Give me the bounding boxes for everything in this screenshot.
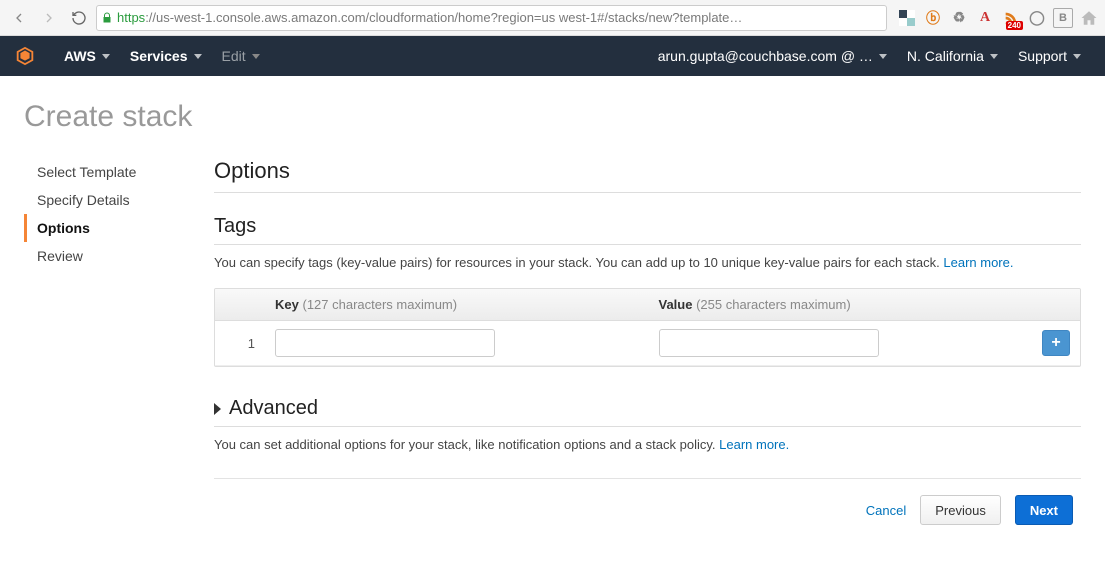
tags-heading: Tags bbox=[214, 215, 1081, 245]
advanced-description: You can set additional options for your … bbox=[214, 437, 1081, 452]
services-menu[interactable]: Services bbox=[120, 48, 212, 64]
tags-description: You can specify tags (key-value pairs) f… bbox=[214, 255, 1081, 270]
previous-button[interactable]: Previous bbox=[920, 495, 1001, 525]
next-button[interactable]: Next bbox=[1015, 495, 1073, 525]
url-bar[interactable]: https://us-west-1.console.aws.amazon.com… bbox=[96, 5, 887, 31]
edit-menu[interactable]: Edit bbox=[212, 48, 270, 64]
extension-icons: ⓑ ♻ A 240 ◯ B bbox=[891, 8, 1099, 28]
page-title: Create stack bbox=[24, 100, 1081, 134]
aws-menu[interactable]: AWS bbox=[54, 48, 120, 64]
delicious-icon[interactable] bbox=[897, 8, 917, 28]
aws-logo-icon[interactable] bbox=[14, 45, 36, 67]
account-menu[interactable]: arun.gupta@couchbase.com @ … bbox=[648, 48, 897, 64]
region-menu[interactable]: N. California bbox=[897, 48, 1008, 64]
letter-b-icon[interactable]: B bbox=[1053, 8, 1073, 28]
recycle-icon[interactable]: ♻ bbox=[949, 8, 969, 28]
tag-value-input[interactable] bbox=[659, 329, 879, 357]
add-tag-button[interactable]: + bbox=[1042, 330, 1070, 356]
tags-key-header: Key (127 characters maximum) bbox=[265, 289, 649, 321]
bitly-icon[interactable]: ⓑ bbox=[923, 8, 943, 28]
reload-button[interactable] bbox=[66, 5, 92, 31]
cancel-button[interactable]: Cancel bbox=[866, 503, 906, 518]
advanced-learn-more-link[interactable]: Learn more. bbox=[719, 437, 789, 452]
rss-icon[interactable]: 240 bbox=[1001, 8, 1021, 28]
expand-icon bbox=[214, 403, 221, 415]
sidebar-item-options[interactable]: Options bbox=[24, 214, 184, 242]
sidebar-item-specify-details[interactable]: Specify Details bbox=[24, 186, 184, 214]
back-button[interactable] bbox=[6, 5, 32, 31]
options-heading: Options bbox=[214, 158, 1081, 193]
letter-a-icon[interactable]: A bbox=[975, 8, 995, 28]
row-index: 1 bbox=[215, 321, 265, 366]
lock-icon bbox=[101, 11, 113, 25]
tags-action-header bbox=[1032, 289, 1080, 321]
tag-key-input[interactable] bbox=[275, 329, 495, 357]
browser-toolbar: https://us-west-1.console.aws.amazon.com… bbox=[0, 0, 1105, 36]
sidebar-item-select-template[interactable]: Select Template bbox=[24, 158, 184, 186]
table-row: 1 + bbox=[215, 321, 1080, 366]
tags-table: Key (127 characters maximum) Value (255 … bbox=[214, 288, 1081, 367]
circle-icon[interactable]: ◯ bbox=[1027, 8, 1047, 28]
tags-value-header: Value (255 characters maximum) bbox=[649, 289, 1033, 321]
wizard-footer: Cancel Previous Next bbox=[214, 478, 1081, 533]
caret-down-icon bbox=[879, 54, 887, 59]
support-menu[interactable]: Support bbox=[1008, 48, 1091, 64]
aws-header: AWS Services Edit arun.gupta@couchbase.c… bbox=[0, 36, 1105, 76]
tags-index-header bbox=[215, 289, 265, 321]
advanced-heading-label: Advanced bbox=[229, 397, 318, 420]
caret-down-icon bbox=[102, 54, 110, 59]
tags-learn-more-link[interactable]: Learn more. bbox=[943, 255, 1013, 270]
advanced-heading[interactable]: Advanced bbox=[214, 397, 1081, 427]
caret-down-icon bbox=[252, 54, 260, 59]
sidebar-item-review[interactable]: Review bbox=[24, 242, 184, 270]
wizard-sidebar: Select Template Specify Details Options … bbox=[24, 158, 184, 533]
caret-down-icon bbox=[1073, 54, 1081, 59]
caret-down-icon bbox=[990, 54, 998, 59]
home-icon[interactable] bbox=[1079, 8, 1099, 28]
url-text: https://us-west-1.console.aws.amazon.com… bbox=[117, 10, 882, 25]
caret-down-icon bbox=[194, 54, 202, 59]
forward-button[interactable] bbox=[36, 5, 62, 31]
